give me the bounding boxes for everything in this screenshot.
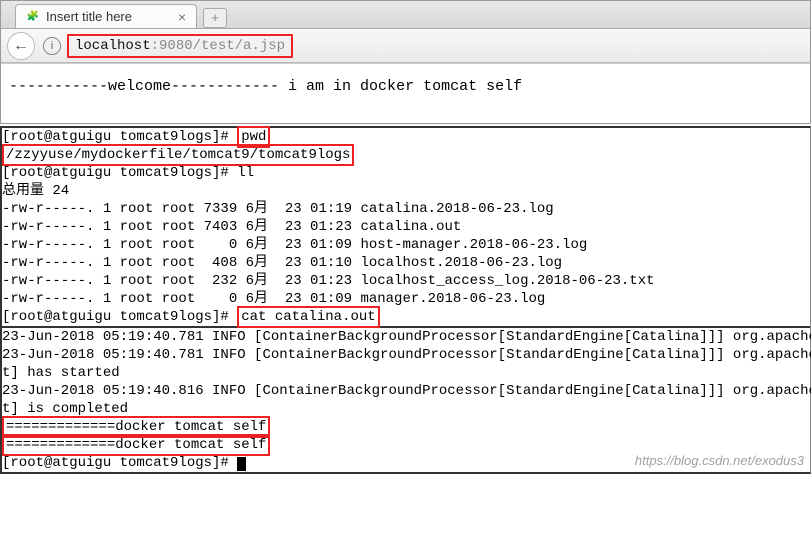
terminal-line: -rw-r-----. 1 root root 232 6月 23 01:23 … — [2, 272, 810, 290]
new-tab-button[interactable]: + — [203, 8, 227, 28]
site-info-icon[interactable]: i — [43, 37, 61, 55]
terminal-line: 总用量 24 — [2, 182, 810, 200]
terminal-line: -rw-r-----. 1 root root 408 6月 23 01:10 … — [2, 254, 810, 272]
terminal-line: -rw-r-----. 1 root root 7403 6月 23 01:23… — [2, 218, 810, 236]
terminal-line: 23-Jun-2018 05:19:40.781 INFO [Container… — [2, 346, 810, 364]
url-path: :9080/test/a.jsp — [151, 38, 285, 54]
address-bar: ← i localhost:9080/test/a.jsp — [1, 29, 810, 63]
watermark: https://blog.csdn.net/exodus3 — [635, 452, 804, 470]
url-highlight-box: localhost:9080/test/a.jsp — [67, 34, 293, 58]
terminal-line: [root@atguigu tomcat9logs]# cat catalina… — [2, 308, 810, 326]
terminal-line: 23-Jun-2018 05:19:40.781 INFO [Container… — [2, 328, 810, 346]
tab-favicon-icon: 🧩 — [26, 10, 40, 24]
terminal-line: -rw-r-----. 1 root root 0 6月 23 01:09 ho… — [2, 236, 810, 254]
terminal-line: [root@atguigu tomcat9logs]# ll — [2, 164, 810, 182]
terminal-line: /zzyyuse/mydockerfile/tomcat9/tomcat9log… — [2, 146, 810, 164]
url-host: localhost — [75, 38, 151, 54]
terminal-line: -rw-r-----. 1 root root 7339 6月 23 01:19… — [2, 200, 810, 218]
tab-bar: 🧩 Insert title here × + — [1, 1, 810, 29]
highlight-box: /zzyyuse/mydockerfile/tomcat9/tomcat9log… — [2, 144, 354, 166]
browser-tab[interactable]: 🧩 Insert title here × — [15, 4, 197, 28]
highlight-box: cat catalina.out — [237, 306, 379, 328]
tab-close-icon[interactable]: × — [178, 9, 186, 25]
terminal-line: 23-Jun-2018 05:19:40.816 INFO [Container… — [2, 382, 810, 400]
terminal[interactable]: [root@atguigu tomcat9logs]# pwd /zzyyuse… — [0, 126, 811, 474]
page-body-text: -----------welcome------------ i am in d… — [9, 78, 522, 95]
page-content: -----------welcome------------ i am in d… — [1, 63, 810, 123]
terminal-line: t] has started — [2, 364, 810, 382]
terminal-line: -rw-r-----. 1 root root 0 6月 23 01:09 ma… — [2, 290, 810, 308]
browser-window: 🧩 Insert title here × + ← i localhost:90… — [0, 0, 811, 124]
highlight-box: =============docker tomcat self — [2, 434, 270, 456]
tab-title: Insert title here — [46, 9, 132, 24]
back-button[interactable]: ← — [7, 32, 35, 60]
url-field[interactable]: localhost:9080/test/a.jsp — [67, 34, 804, 58]
cursor-icon — [237, 457, 246, 471]
